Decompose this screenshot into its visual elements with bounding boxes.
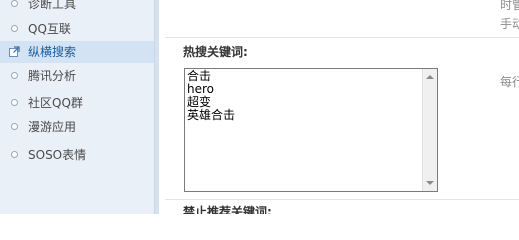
bullet-icon bbox=[11, 151, 18, 158]
sidebar-item-diagnostic-tools[interactable]: 诊断工具 bbox=[0, 0, 154, 15]
textarea-scrollbar[interactable] bbox=[422, 69, 437, 191]
sidebar-item-vertical-search[interactable]: 纵横搜索 bbox=[0, 41, 154, 63]
right-hint-top-1: 时管 bbox=[500, 0, 519, 12]
sidebar-item-label: 纵横搜索 bbox=[28, 45, 77, 59]
sidebar-item-label: 漫游应用 bbox=[28, 120, 77, 134]
blocked-keywords-title: 禁止推荐关键词: bbox=[183, 205, 272, 214]
sidebar-item-label: 腾讯分析 bbox=[28, 69, 77, 83]
sidebar-item-label: QQ互联 bbox=[28, 22, 71, 36]
sidebar-item-label: 社区QQ群 bbox=[28, 96, 83, 110]
right-hint-mid: 每行 bbox=[500, 75, 519, 89]
sidebar-item-label: 诊断工具 bbox=[28, 0, 77, 11]
sidebar-item-tencent-analytics[interactable]: 腾讯分析 bbox=[0, 65, 154, 87]
bullet-icon bbox=[11, 25, 18, 32]
sidebar-item-qq-connect[interactable]: QQ互联 bbox=[0, 18, 154, 40]
section-divider bbox=[165, 37, 519, 38]
scroll-up-icon[interactable] bbox=[426, 75, 434, 79]
bullet-icon bbox=[11, 99, 18, 106]
hot-keywords-title: 热搜关键词: bbox=[183, 45, 248, 59]
sidebar-item-soso-emoticons[interactable]: SOSO表情 bbox=[0, 144, 154, 166]
sidebar-item-community-qq-group[interactable]: 社区QQ群 bbox=[0, 92, 154, 114]
sidebar-item-label: SOSO表情 bbox=[28, 148, 87, 162]
sidebar-item-roaming-apps[interactable]: 漫游应用 bbox=[0, 116, 154, 138]
hot-keywords-textarea[interactable]: 合击 hero 超变 英雄合击 bbox=[184, 68, 438, 192]
bullet-icon bbox=[11, 72, 18, 79]
section-divider bbox=[165, 199, 519, 200]
page: 诊断工具 QQ互联 纵横搜索 腾讯分析 社区QQ群 漫游应用 SOSO表情 时管… bbox=[0, 0, 519, 214]
right-hint-top-2: 手动 bbox=[500, 17, 519, 31]
scroll-down-icon[interactable] bbox=[426, 181, 434, 185]
sidebar: 诊断工具 QQ互联 纵横搜索 腾讯分析 社区QQ群 漫游应用 SOSO表情 bbox=[0, 0, 155, 214]
bullet-icon bbox=[11, 123, 18, 130]
main-content: 时管 手动 热搜关键词: 合击 hero 超变 英雄合击 每行 禁止推荐关键词: bbox=[159, 0, 519, 214]
bullet-icon bbox=[11, 0, 18, 7]
external-link-icon bbox=[9, 46, 20, 57]
hot-keywords-value: 合击 hero 超变 英雄合击 bbox=[187, 69, 236, 122]
